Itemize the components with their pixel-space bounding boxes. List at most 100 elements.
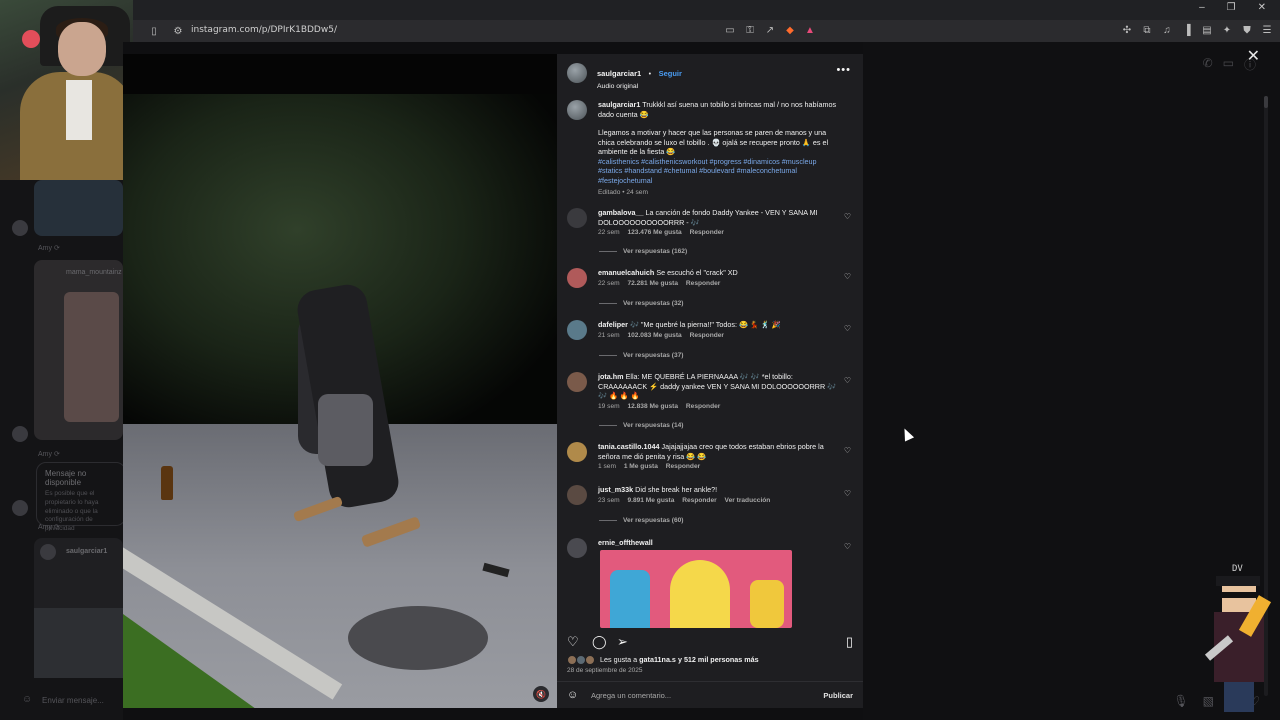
save-bookmark-icon[interactable]: ▯ — [846, 634, 853, 650]
view-replies-text[interactable]: Ver respuestas (162) — [623, 248, 687, 255]
reply-button[interactable]: Responder — [690, 229, 724, 236]
caption-avatar[interactable] — [567, 100, 587, 120]
post-video[interactable]: 🔇 — [123, 54, 557, 708]
reply-button[interactable]: Responder — [682, 497, 716, 504]
like-heart-icon[interactable]: ♡ — [567, 634, 579, 650]
reply-button[interactable]: Responder — [686, 280, 720, 287]
audio-label[interactable]: Audio original — [597, 83, 682, 90]
author-avatar[interactable] — [567, 63, 587, 83]
comment-username[interactable]: ernie_offthewall — [598, 538, 653, 547]
sidebar-icon[interactable]: ▐ — [1180, 23, 1194, 37]
likes-user[interactable]: gata11na.s — [639, 655, 676, 664]
comment-username[interactable]: just_m33k — [598, 485, 633, 494]
key-icon[interactable]: ⚿ — [743, 23, 757, 37]
comment-input[interactable]: Agrega un comentario... — [591, 691, 671, 700]
cast-icon[interactable]: ▭ — [723, 23, 737, 37]
dm-message-input[interactable]: Enviar mensaje... — [42, 696, 123, 714]
url-text[interactable]: instagram.com/p/DPIrK1BDDw5/ — [191, 25, 337, 35]
comment-likes[interactable]: 102.083 Me gusta — [627, 332, 681, 339]
video-call-icon[interactable]: ▭ — [1223, 56, 1234, 73]
comment-username[interactable]: gambalova__ — [598, 208, 644, 217]
media-icon[interactable]: ♫ — [1160, 23, 1174, 37]
comment-avatar[interactable] — [567, 372, 587, 392]
reply-button[interactable]: Responder — [666, 463, 700, 470]
scrollbar-thumb[interactable] — [1264, 96, 1268, 108]
comment-username[interactable]: jota.hm — [598, 372, 624, 381]
comment-avatar[interactable] — [567, 442, 587, 462]
view-replies[interactable]: Ver respuestas (32) — [599, 300, 683, 307]
caption-hashtags[interactable]: #calisthenics #calisthenicsworkout #prog… — [598, 157, 840, 186]
phone-icon[interactable]: ✆ — [1203, 56, 1213, 73]
brave-shield-icon[interactable]: ◆ — [783, 23, 797, 37]
like-comment-icon[interactable]: ♡ — [844, 324, 851, 333]
comment-username[interactable]: dafeliper — [598, 320, 628, 329]
view-replies-text[interactable]: Ver respuestas (14) — [623, 422, 683, 429]
comment-username[interactable]: tania.castillo.1044 — [598, 442, 660, 451]
close-modal-button[interactable]: ✕ — [1247, 46, 1260, 66]
comments-list[interactable]: saulgarciar1 Trukkkl así suena un tobill… — [557, 98, 863, 628]
emoji-picker-icon[interactable]: ☺ — [567, 689, 578, 701]
view-replies[interactable]: Ver respuestas (162) — [599, 248, 687, 255]
share-icon[interactable]: ↗ — [763, 23, 777, 37]
bookmark-icon[interactable]: ▯ — [147, 24, 161, 38]
comment-username[interactable]: emanuelcahuich — [598, 268, 654, 277]
close-window-button[interactable]: ✕ — [1258, 2, 1266, 13]
more-options-icon[interactable]: ••• — [836, 64, 851, 76]
view-replies-text[interactable]: Ver respuestas (37) — [623, 352, 683, 359]
view-replies[interactable]: Ver respuestas (60) — [599, 517, 683, 524]
like-comment-icon[interactable]: ♡ — [844, 489, 851, 498]
microphone-icon[interactable]: 🎙 — [1173, 694, 1188, 708]
leo-icon[interactable]: ✦ — [1220, 23, 1234, 37]
emoji-icon[interactable]: ☺ — [22, 694, 32, 705]
comment-avatar[interactable] — [567, 208, 587, 228]
brave-rewards-icon[interactable]: ▲ — [803, 23, 817, 37]
view-replies-text[interactable]: Ver respuestas (60) — [623, 517, 683, 524]
vpn-icon[interactable]: ⛊ — [1240, 23, 1254, 37]
comment-gif[interactable] — [600, 550, 792, 628]
dm-avatar — [12, 220, 28, 236]
comment-likes[interactable]: 72.281 Me gusta — [627, 280, 678, 287]
mascot-legs — [1224, 682, 1254, 712]
author-username[interactable]: saulgarciar1 — [597, 69, 641, 78]
comment-avatar[interactable] — [567, 485, 587, 505]
dm-shared-post[interactable]: mama_mountainz — [34, 260, 123, 440]
site-settings-icon[interactable]: ⚙ — [171, 24, 185, 38]
view-replies[interactable]: Ver respuestas (14) — [599, 422, 683, 429]
wallet-icon[interactable]: ▤ — [1200, 23, 1214, 37]
like-comment-icon[interactable]: ♡ — [844, 542, 851, 551]
caption-username[interactable]: saulgarciar1 — [598, 100, 640, 109]
comment-avatar[interactable] — [567, 320, 587, 340]
screenshot-icon[interactable]: ⧉ — [1140, 23, 1154, 37]
reply-button[interactable]: Responder — [686, 403, 720, 410]
reply-button[interactable]: Responder — [690, 332, 724, 339]
comment-icon[interactable]: ◯ — [592, 634, 607, 650]
mute-button[interactable]: 🔇 — [533, 686, 549, 702]
comment-likes[interactable]: 9.891 Me gusta — [627, 497, 674, 504]
maximize-button[interactable]: ❐ — [1227, 2, 1236, 13]
comment-likes[interactable]: 1 Me gusta — [624, 463, 658, 470]
comment-avatar[interactable] — [567, 538, 587, 558]
address-bar: ▯ ⚙ instagram.com/p/DPIrK1BDDw5/ ▭ ⚿ ↗ ◆… — [133, 20, 1280, 42]
like-comment-icon[interactable]: ♡ — [844, 212, 851, 221]
share-send-icon[interactable]: ➢ — [617, 634, 628, 650]
likes-summary[interactable]: Les gusta a gata11na.s y 512 mil persona… — [567, 655, 857, 666]
publish-button[interactable]: Publicar — [823, 691, 853, 700]
view-replies-text[interactable]: Ver respuestas (32) — [623, 300, 683, 307]
comment-avatar[interactable] — [567, 268, 587, 288]
like-comment-icon[interactable]: ♡ — [844, 272, 851, 281]
comment-likes[interactable]: 12.838 Me gusta — [627, 403, 678, 410]
view-replies[interactable]: Ver respuestas (37) — [599, 352, 683, 359]
likes-count[interactable]: 512 mil personas más — [684, 655, 759, 664]
like-comment-icon[interactable]: ♡ — [844, 446, 851, 455]
comment-meta: 22 sem 72.281 Me gusta Responder — [598, 280, 840, 289]
dm-shared-post-2[interactable]: saulgarciar1 — [34, 538, 123, 678]
minimize-button[interactable]: – — [1199, 2, 1205, 13]
gif-character-lisa — [750, 580, 784, 628]
dm-video-thumb[interactable] — [34, 180, 123, 236]
comment-likes[interactable]: 123.476 Me gusta — [627, 229, 681, 236]
extension-icon[interactable]: ✣ — [1120, 23, 1134, 37]
translate-button[interactable]: Ver traducción — [725, 497, 771, 504]
like-comment-icon[interactable]: ♡ — [844, 376, 851, 385]
menu-icon[interactable]: ☰ — [1260, 23, 1274, 37]
follow-button[interactable]: Seguir — [659, 69, 682, 78]
